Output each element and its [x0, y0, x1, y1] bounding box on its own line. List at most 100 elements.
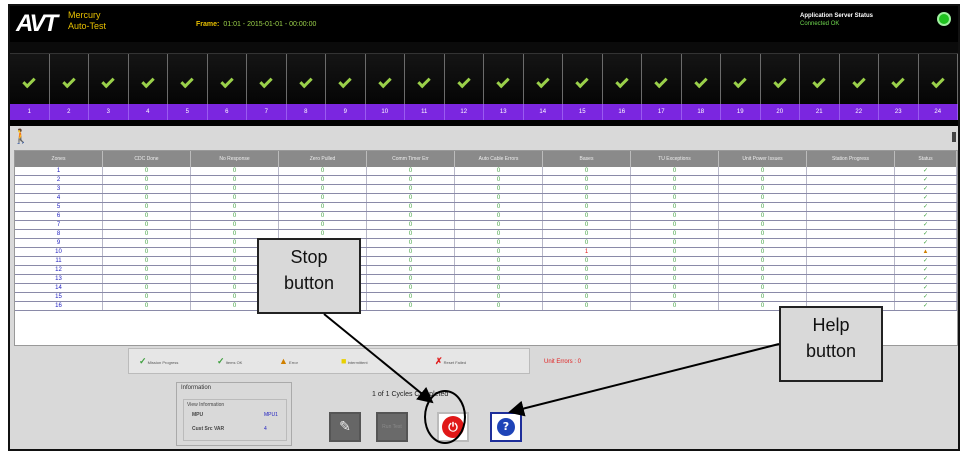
port-cell[interactable]: [523, 54, 563, 104]
table-row[interactable]: 900000000✓: [15, 239, 957, 248]
table-row[interactable]: 6 0 0 0 0 0 0 0 0 ✓: [15, 212, 957, 221]
port-cell[interactable]: [286, 54, 326, 104]
table-cell: ✓: [895, 239, 957, 247]
port-cell[interactable]: [247, 54, 287, 104]
table-row[interactable]: 2 0 0 0 0 0 0 0 0 ✓: [15, 176, 957, 185]
column-header[interactable]: Auto Cable Errors: [455, 151, 543, 167]
table-row[interactable]: 7 0 0 0 0 0 0 0 0 ✓: [15, 221, 957, 230]
table-row[interactable]: 8 0 0 0 0 0 0 0 0 ✓: [15, 230, 957, 239]
table-cell: 0: [191, 221, 279, 229]
table-cell: ✓: [895, 221, 957, 229]
start-button[interactable]: Run Test: [376, 412, 408, 442]
port-number: 17: [642, 104, 682, 120]
table-cell: 11: [15, 257, 103, 265]
column-header[interactable]: Zones: [15, 151, 103, 167]
walking-person-icon[interactable]: 🚶: [12, 130, 29, 144]
table-cell: 0: [455, 239, 543, 247]
table-row[interactable]: 1500000000✓: [15, 293, 957, 302]
table-cell: 0: [719, 167, 807, 175]
table-row[interactable]: 4 0 0 0 0 0 0 0 0 ✓: [15, 194, 957, 203]
table-row[interactable]: 3 0 0 0 0 0 0 0 0 ✓: [15, 185, 957, 194]
table-cell: 0: [631, 194, 719, 202]
check-icon: [141, 74, 155, 89]
port-cell[interactable]: [484, 54, 524, 104]
reset-failed-icon: ✗: [435, 356, 443, 366]
port-number: 19: [721, 104, 761, 120]
table-cell: 0: [543, 176, 631, 184]
table-cell: 0: [631, 266, 719, 274]
info-value: MPU1: [264, 412, 278, 418]
port-cell[interactable]: [444, 54, 484, 104]
port-cell[interactable]: [721, 54, 761, 104]
table-cell: 0: [719, 176, 807, 184]
port-cell[interactable]: [800, 54, 840, 104]
configure-button[interactable]: ✎: [329, 412, 361, 442]
table-cell: 3: [15, 185, 103, 193]
table-cell: 0: [543, 239, 631, 247]
table-cell: 0: [367, 239, 455, 247]
table-row[interactable]: 1200000000✓: [15, 266, 957, 275]
column-header[interactable]: Zero Pulled: [279, 151, 367, 167]
table-header: Zones CDC Done No Response Zero Pulled Comm …: [15, 151, 957, 167]
table-cell: 0: [367, 257, 455, 265]
table-row[interactable]: 1 0 0 0 0 0 0 0 0 ✓: [15, 167, 957, 176]
table-row[interactable]: 1300000000✓: [15, 275, 957, 284]
table-cell: 0: [719, 194, 807, 202]
mission-progress-icon: ✓: [139, 356, 147, 366]
port-cell[interactable]: [839, 54, 879, 104]
table-cell: 0: [279, 185, 367, 193]
table-row[interactable]: 1000000100▲: [15, 248, 957, 257]
port-cell[interactable]: [642, 54, 682, 104]
column-header[interactable]: Unit Power Issues: [719, 151, 807, 167]
help-button-callout: Help button: [779, 306, 883, 382]
port-cell[interactable]: [365, 54, 405, 104]
port-number: 24: [919, 104, 958, 120]
table-row[interactable]: 1100000000✓: [15, 257, 957, 266]
port-cell[interactable]: [918, 54, 958, 104]
port-cell[interactable]: [49, 54, 89, 104]
unit-errors: Unit Errors : 0: [544, 359, 582, 365]
table-cell: 6: [15, 212, 103, 220]
table-cell: 0: [367, 221, 455, 229]
table-cell: 0: [367, 203, 455, 211]
table-cell: 0: [631, 257, 719, 265]
table-row[interactable]: 5 0 0 0 0 0 0 0 0 ✓: [15, 203, 957, 212]
port-cell[interactable]: [326, 54, 366, 104]
table-cell: [807, 257, 895, 265]
port-cell[interactable]: [681, 54, 721, 104]
table-cell: 0: [719, 284, 807, 292]
table-cell: 0: [191, 203, 279, 211]
port-cell[interactable]: [405, 54, 445, 104]
table-cell: ✓: [895, 194, 957, 202]
column-header[interactable]: Station Progress: [807, 151, 895, 167]
frame-value: 01:01 - 2015-01-01 - 00:00:00: [223, 21, 317, 28]
check-icon: [694, 74, 708, 89]
port-cell[interactable]: [207, 54, 247, 104]
port-cell[interactable]: [168, 54, 208, 104]
table-row[interactable]: 1400000000✓: [15, 284, 957, 293]
port-cell[interactable]: [602, 54, 642, 104]
check-icon: [852, 74, 866, 89]
table-cell: 0: [543, 284, 631, 292]
column-header[interactable]: Status: [895, 151, 957, 167]
table-cell: 0: [367, 248, 455, 256]
app-window: AVT Mercury Auto-Test Frame: 01:01 - 2015…: [8, 4, 960, 451]
callout-line: button: [283, 273, 335, 293]
table-cell: 0: [719, 275, 807, 283]
table-cell: 0: [279, 212, 367, 220]
column-header[interactable]: CDC Done: [103, 151, 191, 167]
column-header[interactable]: Comm Timer Err: [367, 151, 455, 167]
column-header[interactable]: No Response: [191, 151, 279, 167]
port-cell[interactable]: [563, 54, 603, 104]
table-cell: 0: [191, 176, 279, 184]
port-cell[interactable]: [879, 54, 919, 104]
column-header[interactable]: Bases: [543, 151, 631, 167]
table-cell: 7: [15, 221, 103, 229]
column-header[interactable]: TU Exceptions: [631, 151, 719, 167]
table-cell: 0: [543, 302, 631, 310]
port-cell[interactable]: [89, 54, 129, 104]
port-cell[interactable]: [10, 54, 50, 104]
port-cell[interactable]: [760, 54, 800, 104]
help-button[interactable]: ?: [490, 412, 522, 442]
port-cell[interactable]: [128, 54, 168, 104]
